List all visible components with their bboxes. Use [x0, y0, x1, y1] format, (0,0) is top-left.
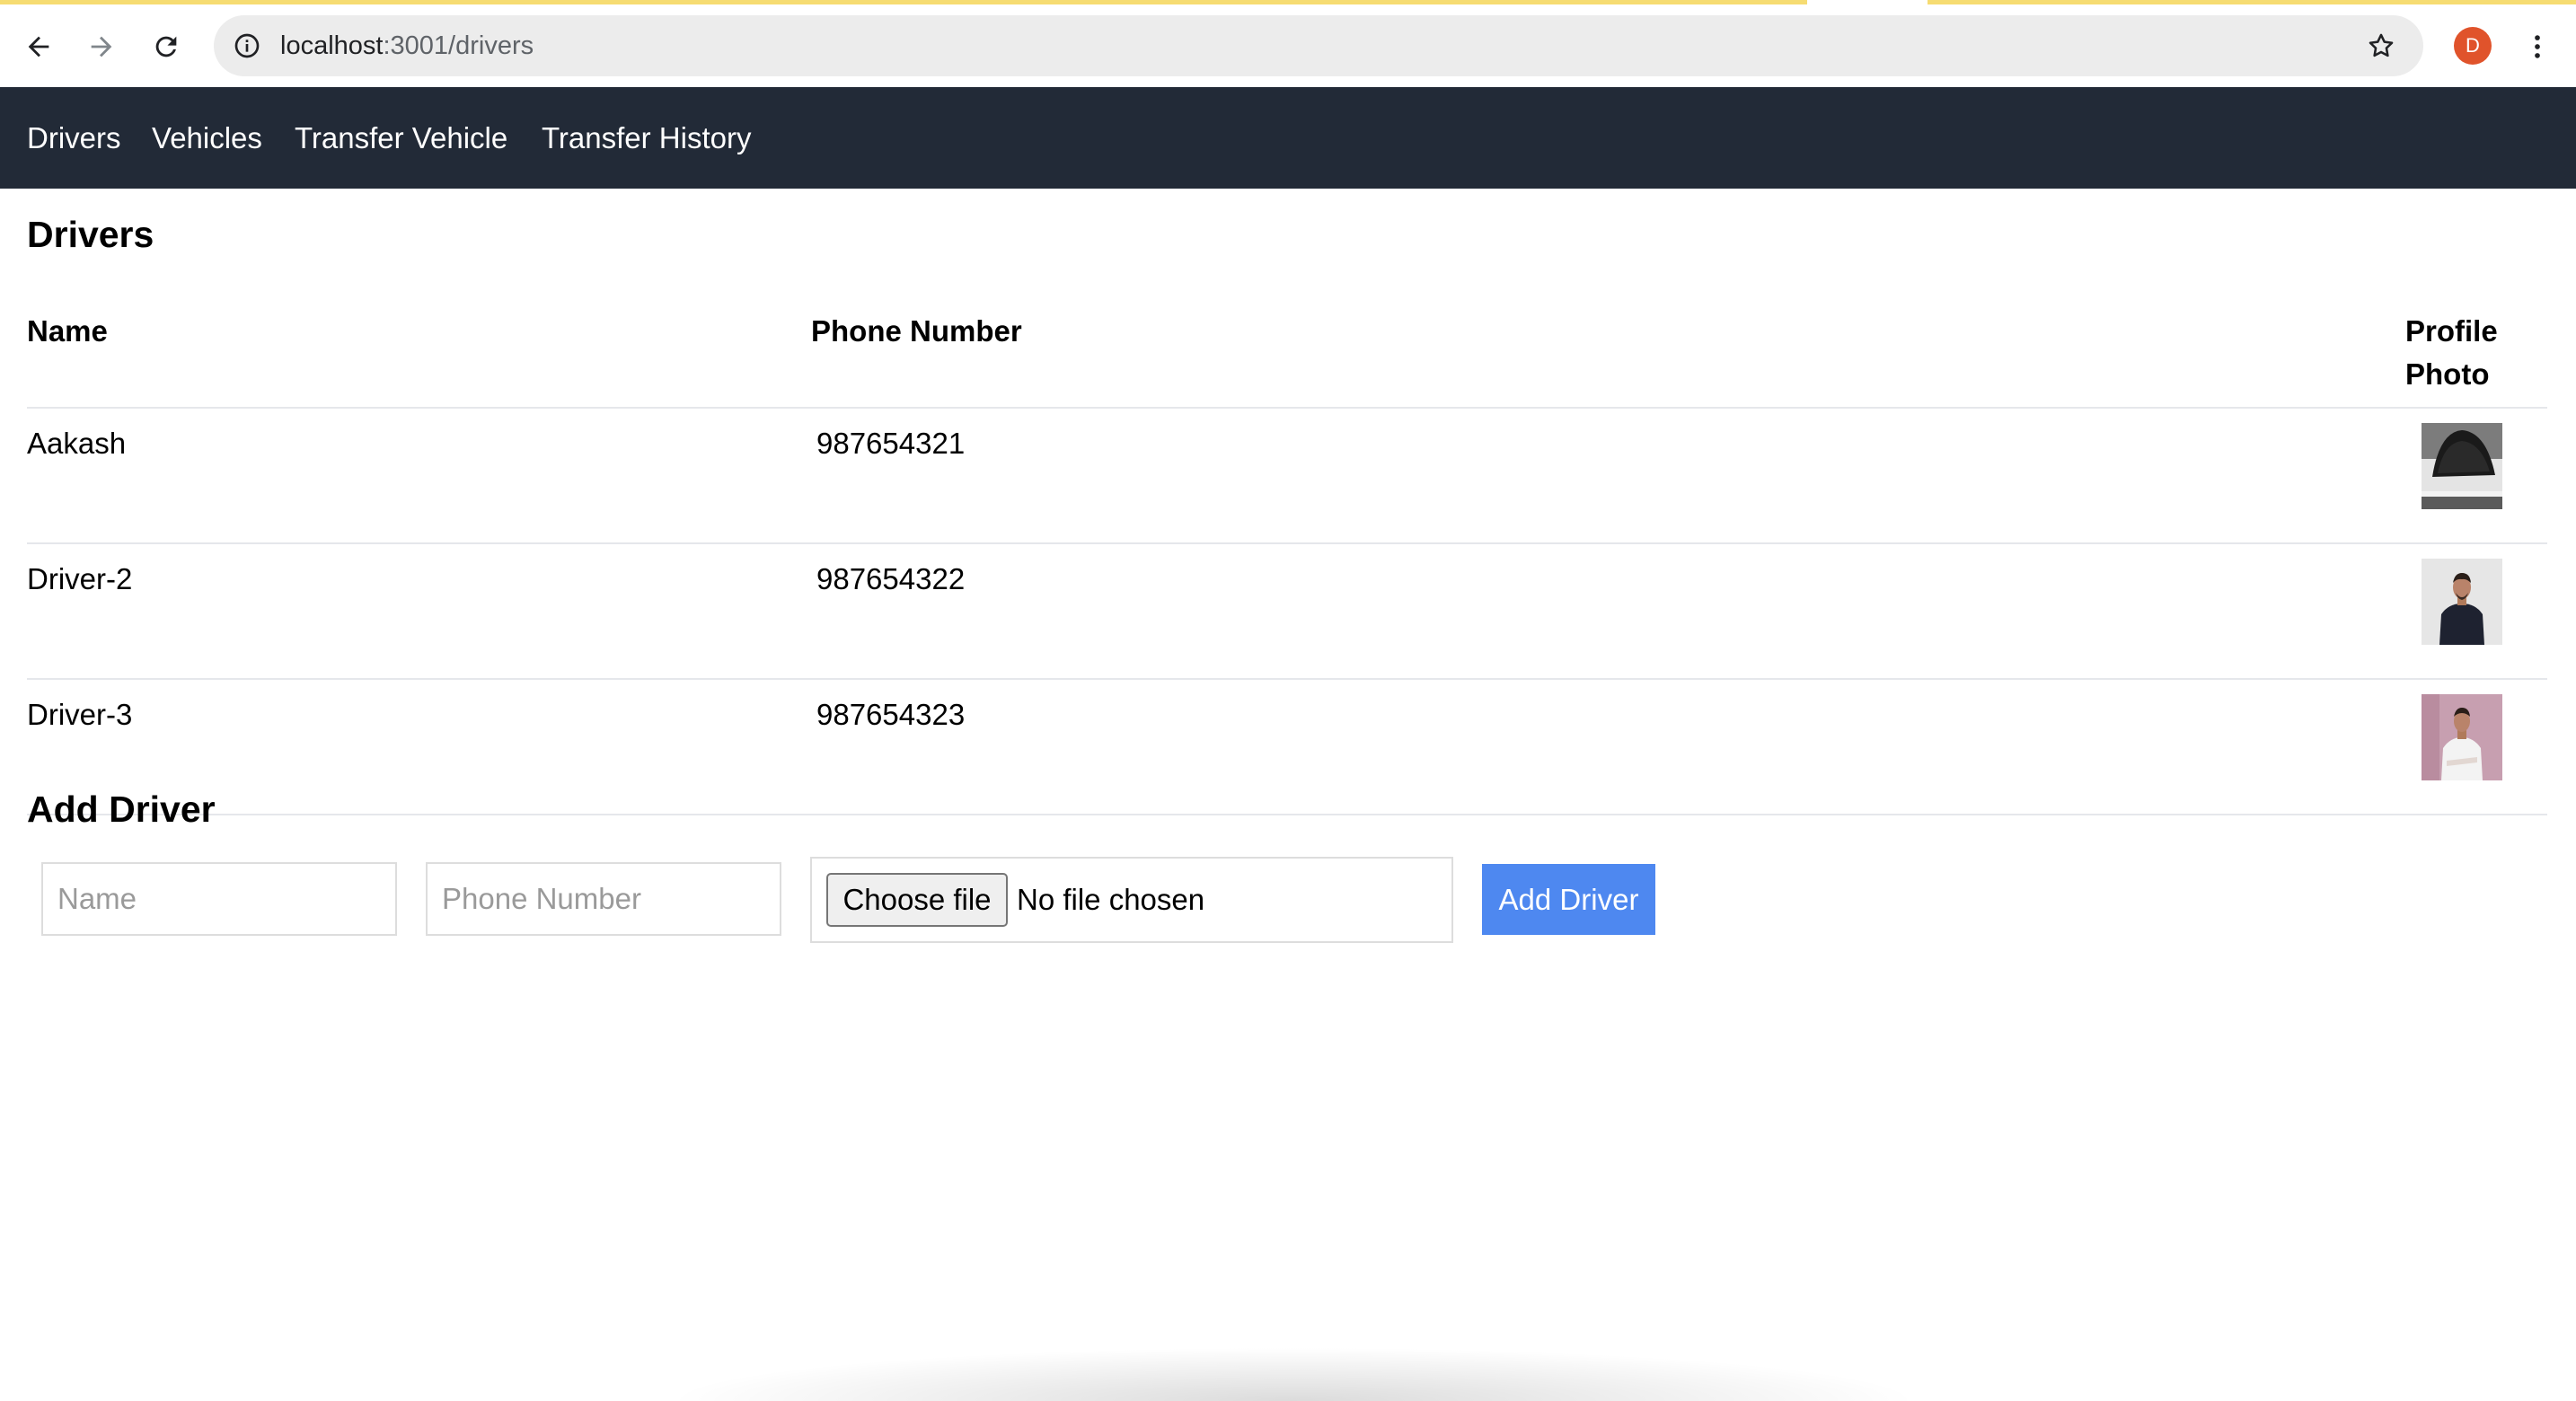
url-host: localhost [280, 31, 384, 60]
driver-name: Aakash [27, 427, 127, 460]
forward-button[interactable] [79, 24, 124, 69]
site-info-button[interactable] [225, 23, 269, 68]
browser-toolbar: localhost:3001/drivers D [0, 4, 2576, 88]
nav-link-drivers[interactable]: Drivers [27, 87, 121, 189]
driver-name: Driver-2 [27, 562, 133, 595]
url-text[interactable]: localhost:3001/drivers [280, 15, 534, 76]
column-header-photo-line2: Photo [2405, 357, 2490, 391]
column-header-photo: Profile Photo [2405, 292, 2547, 408]
browser-menu-button[interactable] [2515, 24, 2560, 69]
forward-icon [91, 36, 112, 57]
driver-phone: 987654321 [816, 427, 966, 460]
nav-link-transfer-history[interactable]: Transfer History [542, 87, 751, 189]
app-navbar: Drivers Vehicles Transfer Vehicle Transf… [0, 87, 2576, 189]
driver-phone: 987654323 [816, 698, 966, 731]
driver-photo-cell [2405, 543, 2547, 679]
url-path: :3001/drivers [383, 31, 534, 60]
car-photo [2422, 423, 2502, 509]
reload-icon [155, 36, 177, 57]
phone-number-input[interactable] [426, 862, 781, 936]
table-row: Aakash 987654321 [27, 408, 2547, 543]
file-status-text: No file chosen [1017, 883, 1205, 916]
add-driver-title: Add Driver [27, 789, 216, 830]
info-icon [234, 33, 260, 58]
back-icon [28, 36, 49, 57]
table-row: Driver-2 987654322 [27, 543, 2547, 679]
add-driver-button[interactable]: Add Driver [1482, 864, 1655, 935]
table-header-row: Name Phone Number Profile Photo [27, 292, 2547, 408]
reload-button[interactable] [144, 24, 189, 69]
star-icon [2369, 33, 2394, 57]
driver-phone: 987654322 [816, 562, 966, 595]
page-title: Drivers [27, 214, 154, 255]
driver-photo-cell [2405, 679, 2547, 815]
nav-link-transfer-vehicle[interactable]: Transfer Vehicle [295, 87, 507, 189]
profile-photo-file-input[interactable]: Choose file No file chosen [810, 857, 1453, 943]
man-dark-shirt-photo [2422, 559, 2502, 645]
choose-file-button[interactable]: Choose file [826, 873, 1008, 927]
column-header-photo-line1: Profile [2405, 314, 2498, 348]
back-button[interactable] [16, 24, 61, 69]
name-input[interactable] [41, 862, 397, 936]
nav-link-vehicles[interactable]: Vehicles [152, 87, 262, 189]
driver-photo-cell [2405, 408, 2547, 543]
bottom-shadow [665, 1347, 1922, 1401]
drivers-table: Name Phone Number Profile Photo Aakash 98… [27, 292, 2547, 815]
more-vert-icon [2535, 35, 2540, 58]
address-bar[interactable]: localhost:3001/drivers [214, 15, 2423, 76]
man-white-shirt-photo [2422, 694, 2502, 780]
column-header-phone: Phone Number [811, 314, 1022, 348]
bookmark-button[interactable] [2359, 23, 2404, 68]
table-row: Driver-3 987654323 [27, 679, 2547, 815]
column-header-name: Name [27, 314, 108, 348]
profile-avatar[interactable]: D [2454, 27, 2492, 65]
